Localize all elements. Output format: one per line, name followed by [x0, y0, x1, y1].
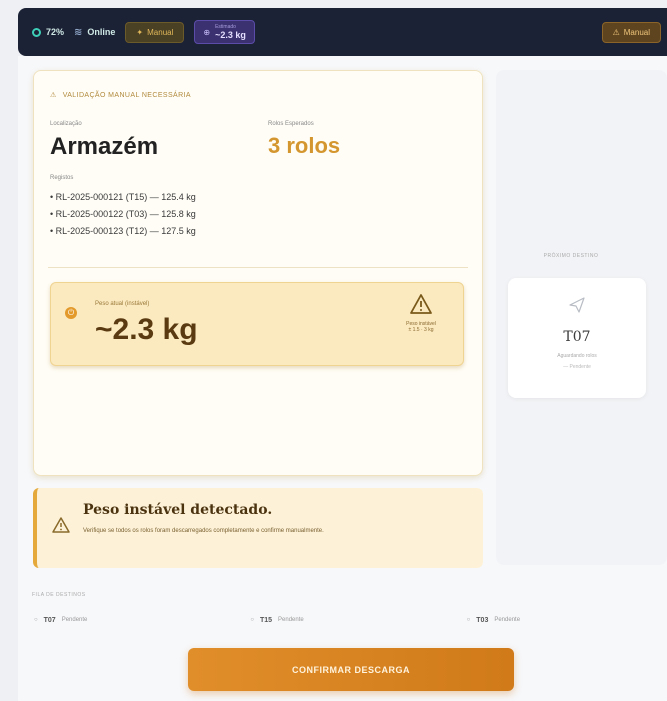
wifi-icon: ≋ [74, 26, 83, 38]
confirm-unload-button[interactable]: CONFIRMAR DESCARGA [188, 648, 514, 691]
alert-title: Peso instável detectado. [83, 502, 273, 518]
star-icon: ✦ [136, 27, 144, 37]
roll-list: • RL-2025-000121 (T15) — 125.4 kg • RL-2… [50, 189, 196, 240]
queue-item-status: Pendente [494, 617, 521, 623]
battery-value: 72% [46, 27, 65, 37]
connection-status: ≋ Online [74, 27, 115, 38]
weight-label: Peso atual (instável) [95, 301, 150, 307]
queue-item[interactable]: ○ T07 Pendente [18, 605, 234, 635]
manual-button[interactable]: ⚠ Manual [601, 21, 661, 43]
manual-mode-label: Manual [147, 27, 174, 37]
connection-label: Online [87, 27, 116, 37]
list-item: • RL-2025-000123 (T12) — 127.5 kg [50, 226, 196, 236]
next-destination-card[interactable]: T07 Aguardando rolos — Pendente [508, 278, 646, 398]
destination-queue: ○ T07 Pendente ○ T15 Pendente ○ T03 Pend… [18, 605, 667, 635]
card-header-label: VALIDAÇÃO MANUAL NECESSÁRIA [62, 91, 191, 99]
destination-substatus: — Pendente [563, 364, 591, 370]
divider [48, 267, 468, 268]
location-value: Armazém [50, 133, 159, 160]
queue-item-code: T15 [259, 616, 273, 624]
queue-item-status: Pendente [278, 617, 304, 623]
battery-indicator: 72% [32, 27, 64, 37]
queue-item[interactable]: ○ T03 Pendente [451, 605, 667, 635]
side-panel-label: PRÓXIMO DESTINO [543, 253, 599, 259]
warning-triangle-icon [410, 294, 432, 314]
unstable-weight-alert: Peso instável detectado. Verifique se to… [33, 488, 483, 568]
card-header: ⚠ VALIDAÇÃO MANUAL NECESSÁRIA [50, 91, 191, 100]
weight-warning-range: ± 1.5 · 3 kg [408, 327, 434, 333]
warning-icon: ⚠ [50, 92, 57, 99]
top-status-bar: 72% ≋ Online ✦ Manual ⊕ Estimado ~2.3 kg… [18, 8, 667, 56]
main-area: ⚠ VALIDAÇÃO MANUAL NECESSÁRIA Localizaçã… [18, 56, 667, 701]
warning-icon: ⚠ [612, 27, 620, 37]
manual-button-label: Manual [623, 27, 650, 37]
warning-triangle-icon [52, 517, 70, 533]
dot-icon: ○ [466, 617, 471, 623]
list-item: • RL-2025-000121 (T15) — 125.4 kg [50, 192, 196, 202]
weight-panel: ⏻ Peso atual (instável) ~2.3 kg Peso ins… [50, 282, 464, 366]
queue-item-code: T07 [43, 616, 56, 624]
dot-icon: ○ [34, 617, 38, 623]
send-icon [569, 297, 585, 313]
destination-code: T07 [563, 329, 591, 345]
queue-item-code: T03 [476, 616, 489, 624]
battery-icon [32, 27, 41, 37]
list-item: • RL-2025-000122 (T03) — 125.8 kg [50, 209, 196, 219]
estimate-pill: ⊕ Estimado ~2.3 kg [194, 20, 255, 44]
rolls-list-label: Registos [50, 175, 74, 181]
queue-item[interactable]: ○ T15 Pendente [234, 605, 450, 635]
manual-mode-pill[interactable]: ✦ Manual [125, 21, 185, 43]
location-label: Localização [50, 121, 82, 127]
estimate-value: ~2.3 kg [215, 30, 246, 40]
weight-warning: Peso instável ± 1.5 · 3 kg [391, 293, 451, 333]
alert-text: Verifique se todos os rolos foram descar… [83, 528, 324, 534]
target-icon: ⊕ [203, 27, 211, 37]
side-panel: PRÓXIMO DESTINO T07 Aguardando rolos — P… [496, 70, 667, 565]
rolls-label: Rolos Esperados [268, 121, 314, 127]
destination-status: Aguardando rolos [557, 353, 597, 359]
dot-icon: ○ [250, 617, 254, 623]
weight-value: ~2.3 kg [95, 313, 198, 346]
scale-icon: ⏻ [65, 307, 77, 319]
queue-item-status: Pendente [61, 617, 88, 623]
validation-card: ⚠ VALIDAÇÃO MANUAL NECESSÁRIA Localizaçã… [33, 70, 483, 476]
tracks-label: FILA DE DESTINOS [32, 592, 86, 598]
rolls-count: 3 rolos [268, 133, 341, 158]
